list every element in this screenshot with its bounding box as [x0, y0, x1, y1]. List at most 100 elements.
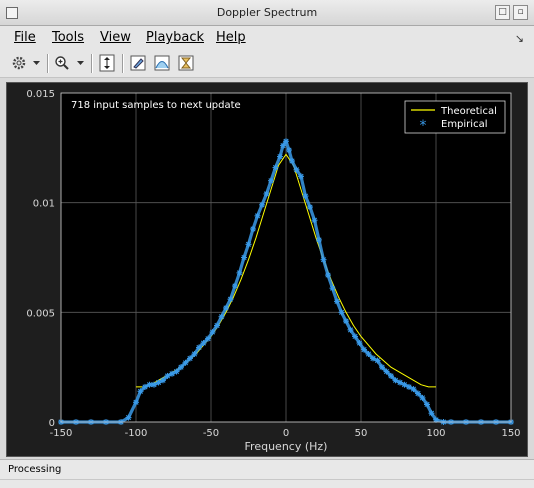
empirical-point	[325, 272, 331, 279]
empirical-point	[343, 318, 349, 325]
menu-help-label: Help	[216, 30, 246, 45]
doppler-spectrum-plot[interactable]: -150 -100 -50 0 50 100 150 0 0.005 0.01 0.015 Freq…	[7, 83, 527, 456]
scale-axes-icon[interactable]	[98, 53, 116, 73]
empirical-point	[223, 304, 229, 311]
dock-arrow-icon[interactable]: ↘	[515, 32, 524, 45]
x-tick-label: 100	[426, 428, 445, 439]
empirical-point	[178, 364, 184, 371]
empirical-point	[272, 164, 279, 171]
zoom-in-icon[interactable]	[53, 53, 71, 73]
empirical-point	[280, 142, 286, 149]
x-tick-label: -150	[50, 428, 73, 439]
empirical-point	[365, 351, 372, 358]
empirical-point	[227, 296, 234, 303]
empirical-point	[196, 344, 202, 351]
y-tick-label: 0.015	[26, 89, 55, 100]
menu-tools-label: Tools	[52, 30, 85, 45]
menu-playback[interactable]: Playback	[146, 30, 204, 45]
legend-empirical-label: Empirical	[441, 119, 487, 130]
empirical-point	[302, 193, 309, 200]
status-text: Processing	[8, 464, 62, 475]
x-tick-label: 50	[355, 428, 368, 439]
empirical-point	[383, 368, 390, 375]
plot-panel: -150 -100 -50 0 50 100 150 0 0.005 0.01 0.015 Freq…	[6, 82, 528, 457]
empirical-point	[241, 254, 247, 261]
empirical-point	[173, 368, 180, 375]
edit-properties-icon[interactable]	[129, 53, 147, 73]
empirical-point	[259, 201, 265, 208]
empirical-point	[419, 394, 426, 401]
y-tick-label: 0	[49, 418, 55, 429]
x-tick-label: 150	[501, 428, 520, 439]
window-titlebar: Doppler Spectrum □ ▫	[0, 0, 534, 26]
samples-annotation: 718 input samples to next update	[71, 100, 241, 111]
empirical-point	[283, 138, 289, 145]
empirical-point	[347, 326, 354, 333]
empirical-point	[361, 346, 367, 353]
empirical-point	[133, 399, 139, 406]
empirical-point	[245, 241, 252, 248]
toolbar-separator	[122, 54, 124, 73]
empirical-point	[293, 166, 300, 173]
zoom-dropdown-arrow-icon[interactable]	[75, 53, 85, 73]
minimize-icon[interactable]: □	[495, 5, 510, 20]
menu-tools[interactable]: Tools	[52, 30, 84, 45]
spectrum-icon[interactable]	[153, 53, 171, 73]
empirical-point	[263, 190, 270, 197]
legend-theoretical-label: Theoretical	[440, 106, 497, 117]
empirical-point	[329, 285, 336, 292]
x-tick-label: 0	[283, 428, 289, 439]
empirical-point	[352, 333, 358, 340]
window-title: Doppler Spectrum	[216, 6, 318, 19]
hourglass-icon[interactable]	[177, 53, 195, 73]
empirical-point	[316, 236, 322, 243]
y-tick-label: 0.01	[33, 199, 55, 210]
empirical-point	[277, 153, 283, 160]
menu-view[interactable]: View	[100, 30, 131, 45]
menu-playback-label: Playback	[146, 30, 205, 45]
settings-dropdown-arrow-icon[interactable]	[31, 53, 41, 73]
empirical-point	[268, 177, 274, 184]
empirical-point	[388, 372, 394, 379]
empirical-point	[250, 225, 256, 232]
x-axis-label: Frequency (Hz)	[245, 440, 328, 453]
status-divider	[0, 479, 534, 480]
empirical-point	[311, 217, 318, 224]
empirical-point	[410, 386, 417, 393]
empirical-point	[236, 269, 243, 276]
menu-bar: File Tools View Playback Help ↘	[0, 26, 534, 50]
empirical-point	[428, 410, 435, 417]
empirical-point	[334, 298, 340, 305]
empirical-point	[286, 147, 292, 154]
empirical-point	[209, 329, 216, 336]
toolbar-separator	[91, 54, 93, 73]
menu-file-label: File	[14, 30, 36, 45]
empirical-point	[415, 390, 421, 397]
empirical-point	[374, 357, 381, 364]
empirical-point	[205, 335, 211, 342]
y-tick-label: 0.005	[26, 308, 55, 319]
status-bar: Processing	[0, 459, 534, 488]
empirical-point	[160, 377, 166, 384]
empirical-point	[254, 212, 261, 219]
empirical-point	[214, 322, 220, 329]
empirical-point	[191, 351, 198, 358]
settings-icon[interactable]	[9, 53, 29, 73]
empirical-point	[379, 364, 385, 371]
legend[interactable]: Theoretical * Empirical	[404, 100, 506, 134]
empirical-point	[232, 283, 238, 290]
maximize-icon[interactable]: ▫	[513, 5, 528, 20]
empirical-point	[320, 256, 327, 263]
menu-help[interactable]: Help	[216, 30, 246, 45]
legend-empirical-swatch: *	[420, 118, 427, 134]
empirical-point	[125, 414, 132, 421]
empirical-point	[307, 204, 313, 211]
empirical-point	[182, 359, 189, 366]
toolbar-separator	[47, 54, 49, 73]
empirical-point	[298, 173, 304, 180]
empirical-point	[137, 388, 144, 395]
empirical-point	[200, 340, 207, 347]
empirical-point	[289, 157, 295, 164]
menu-file[interactable]: File	[14, 30, 36, 45]
empirical-point	[187, 355, 193, 362]
